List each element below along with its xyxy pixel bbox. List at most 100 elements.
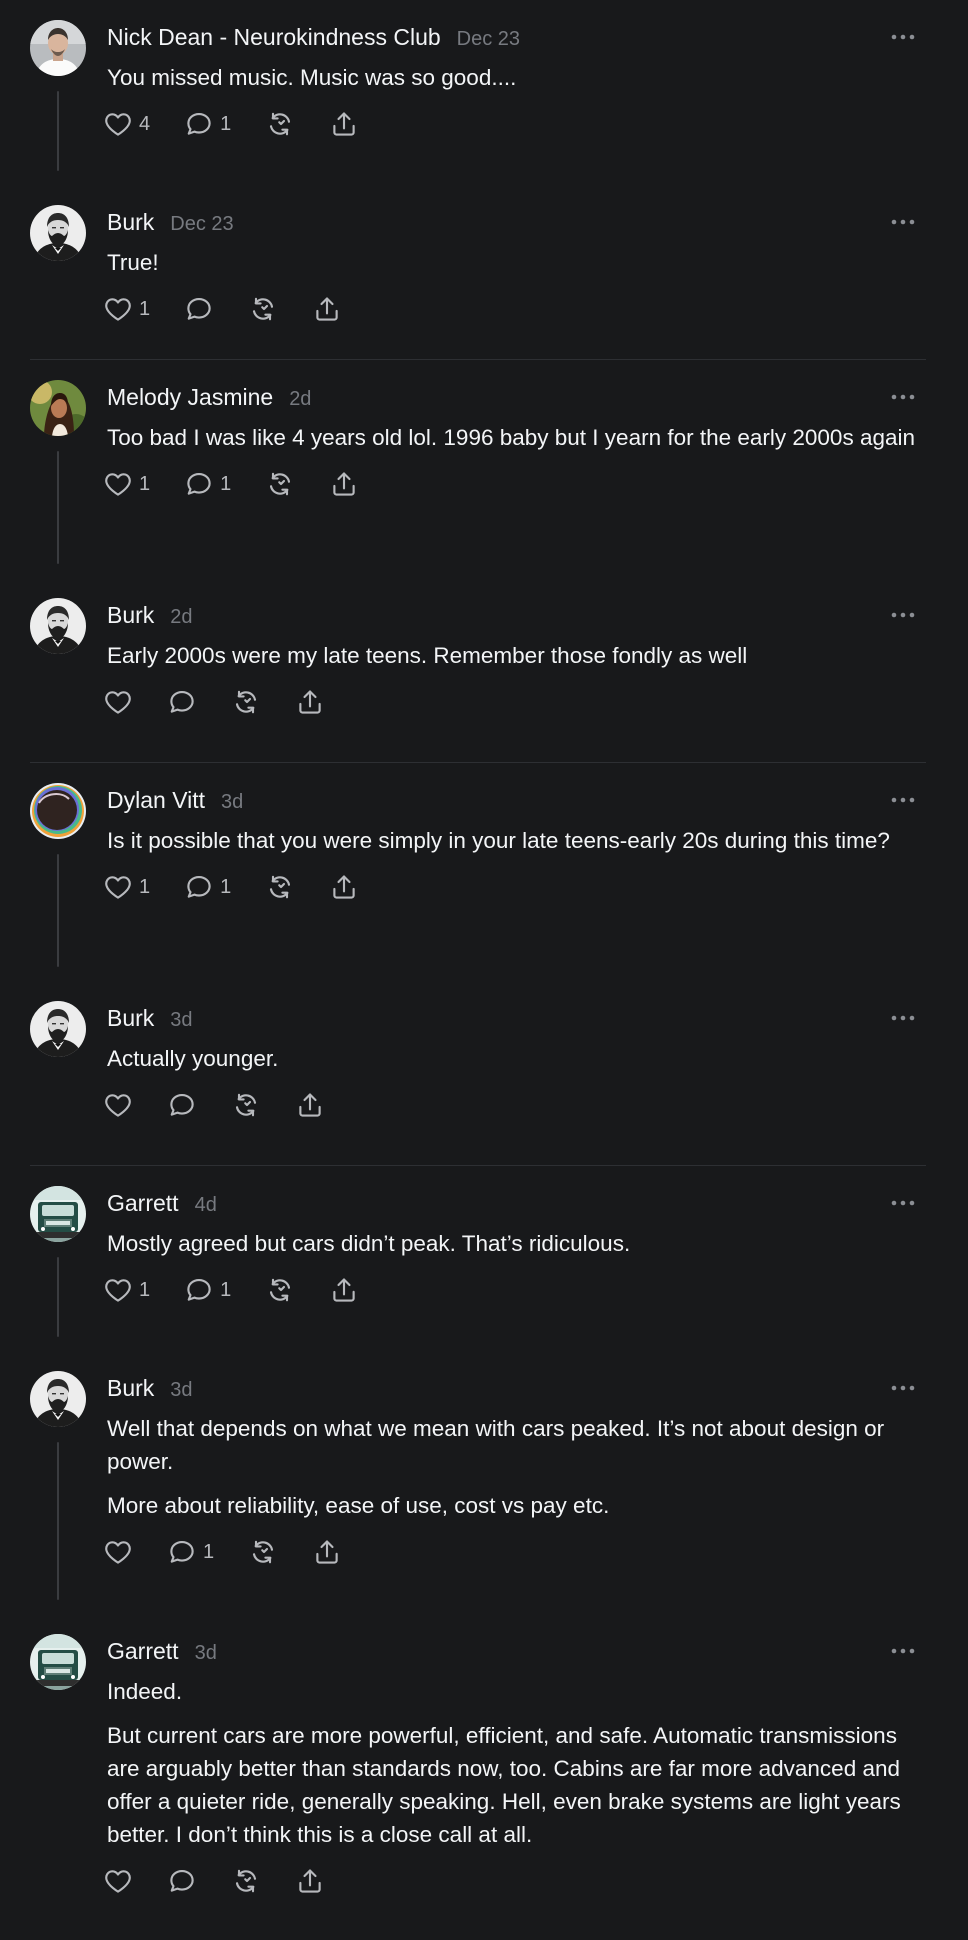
post-paragraph: Mostly agreed but cars didn’t peak. That…: [107, 1231, 631, 1256]
like-button[interactable]: [103, 1866, 133, 1896]
author-name[interactable]: Burk: [107, 602, 154, 629]
more-options-icon[interactable]: [883, 25, 923, 49]
share-button[interactable]: [329, 469, 359, 499]
like-button[interactable]: 1: [103, 469, 150, 499]
thread-post: Burk 2d Early 2000s were my late teens. …: [0, 578, 968, 763]
repost-button[interactable]: [231, 1866, 261, 1896]
avatar-nick[interactable]: [30, 20, 86, 76]
reply-button[interactable]: 1: [167, 1537, 214, 1567]
repost-icon: [231, 687, 261, 717]
repost-button[interactable]: [248, 1537, 278, 1567]
reply-count: 1: [220, 112, 232, 135]
repost-icon: [248, 1537, 278, 1567]
like-button[interactable]: [103, 1537, 133, 1567]
like-button[interactable]: 4: [103, 109, 150, 139]
author-name[interactable]: Garrett: [107, 1638, 179, 1665]
like-count: 4: [139, 112, 151, 135]
avatar-dylan[interactable]: [30, 783, 86, 839]
avatar-melody[interactable]: [30, 380, 86, 436]
heart-icon: [103, 109, 133, 139]
comment-icon: [184, 294, 214, 324]
repost-button[interactable]: [231, 1090, 261, 1120]
share-button[interactable]: [329, 109, 359, 139]
more-options-icon[interactable]: [883, 210, 923, 234]
author-name[interactable]: Nick Dean - Neurokindness Club: [107, 24, 441, 51]
more-options-icon[interactable]: [883, 788, 923, 812]
share-button[interactable]: [295, 687, 325, 717]
like-button[interactable]: [103, 1090, 133, 1120]
avatar-garrett[interactable]: [30, 1634, 86, 1690]
author-name[interactable]: Burk: [107, 1005, 154, 1032]
avatar-burk[interactable]: [30, 1001, 86, 1057]
thread-post: Burk Dec 23 True! 1: [0, 185, 968, 360]
like-button[interactable]: 1: [103, 1275, 150, 1305]
more-options-icon[interactable]: [883, 1376, 923, 1400]
more-options-icon[interactable]: [883, 1006, 923, 1030]
post-timestamp: 2d: [289, 388, 312, 410]
share-button[interactable]: [295, 1090, 325, 1120]
action-bar: 1 1: [103, 466, 928, 502]
post-body: Early 2000s were my late teens. Remember…: [105, 639, 928, 720]
avatar-garrett[interactable]: [30, 1186, 86, 1242]
share-button[interactable]: [295, 1866, 325, 1896]
share-icon: [295, 1090, 325, 1120]
action-bar: [103, 1087, 928, 1123]
repost-button[interactable]: [248, 294, 278, 324]
reply-button[interactable]: [167, 1090, 197, 1120]
post-header: Burk 3d: [107, 1375, 193, 1403]
reply-count: 1: [220, 875, 232, 898]
action-bar: 1 1: [103, 1272, 928, 1308]
post-text: Early 2000s were my late teens. Remember…: [107, 639, 928, 672]
like-count: 1: [139, 472, 151, 495]
share-button[interactable]: [329, 872, 359, 902]
reply-button[interactable]: [184, 294, 214, 324]
post-body: Well that depends on what we mean with c…: [105, 1412, 928, 1570]
reply-button[interactable]: [167, 1866, 197, 1896]
repost-button[interactable]: [265, 872, 295, 902]
author-name[interactable]: Burk: [107, 1375, 154, 1402]
reply-button[interactable]: 1: [184, 872, 231, 902]
more-options-icon[interactable]: [883, 1191, 923, 1215]
share-button[interactable]: [312, 1537, 342, 1567]
avatar-burk[interactable]: [30, 1371, 86, 1427]
post-timestamp: 4d: [194, 1194, 217, 1216]
share-icon: [329, 1275, 359, 1305]
share-button[interactable]: [312, 294, 342, 324]
author-name[interactable]: Melody Jasmine: [107, 384, 273, 411]
post-paragraph: Early 2000s were my late teens. Remember…: [107, 643, 748, 668]
like-button[interactable]: 1: [103, 872, 150, 902]
like-button[interactable]: [103, 687, 133, 717]
reply-button[interactable]: 1: [184, 1275, 231, 1305]
repost-button[interactable]: [231, 687, 261, 717]
reply-button[interactable]: [167, 687, 197, 717]
post-text: True!: [107, 246, 928, 279]
reply-button[interactable]: 1: [184, 109, 231, 139]
repost-icon: [265, 1275, 295, 1305]
action-bar: 1: [103, 291, 928, 327]
action-bar: 1: [103, 1534, 928, 1570]
post-paragraph: Too bad I was like 4 years old lol. 1996…: [107, 425, 916, 450]
author-name[interactable]: Dylan Vitt: [107, 787, 205, 814]
heart-icon: [103, 1866, 133, 1896]
author-name[interactable]: Burk: [107, 209, 154, 236]
avatar-burk[interactable]: [30, 205, 86, 261]
heart-icon: [103, 1275, 133, 1305]
repost-button[interactable]: [265, 109, 295, 139]
repost-icon: [265, 109, 295, 139]
avatar-burk[interactable]: [30, 598, 86, 654]
more-options-icon[interactable]: [883, 385, 923, 409]
repost-button[interactable]: [265, 469, 295, 499]
thread-post: Burk 3d Well that depends on what we mea…: [0, 1351, 968, 1614]
author-name[interactable]: Garrett: [107, 1190, 179, 1217]
reply-thread-feed: Nick Dean - Neurokindness Club Dec 23 Yo…: [0, 0, 968, 1914]
reply-button[interactable]: 1: [184, 469, 231, 499]
repost-button[interactable]: [265, 1275, 295, 1305]
post-header: Garrett 3d: [107, 1638, 217, 1666]
more-options-icon[interactable]: [883, 603, 923, 627]
post-header: Dylan Vitt 3d: [107, 787, 243, 815]
more-options-icon[interactable]: [883, 1639, 923, 1663]
like-count: 1: [139, 1278, 151, 1301]
like-button[interactable]: 1: [103, 294, 150, 324]
share-icon: [329, 109, 359, 139]
share-button[interactable]: [329, 1275, 359, 1305]
